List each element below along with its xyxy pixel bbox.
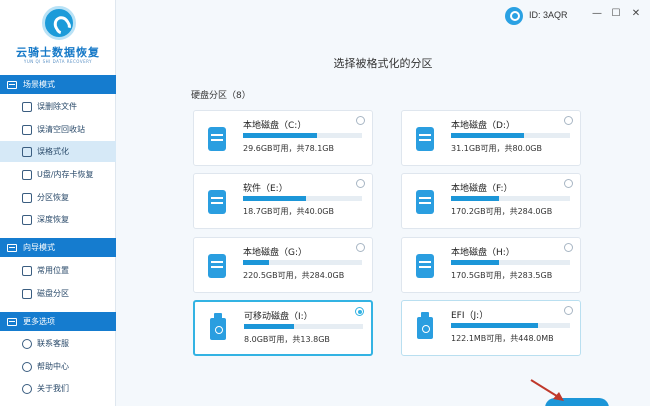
annotation-arrow xyxy=(530,379,564,401)
arrow-head xyxy=(553,392,564,401)
arrow-shaft xyxy=(530,379,561,399)
